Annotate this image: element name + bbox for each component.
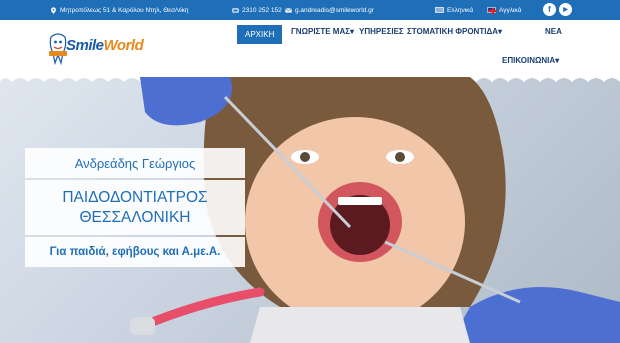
- lang-english-label[interactable]: Αγγλικά: [499, 7, 521, 14]
- email-text[interactable]: g.andreadis@smileworld.gr: [295, 7, 374, 14]
- phone-text[interactable]: 2310 252 152: [242, 7, 282, 14]
- address-item: Μητροπόλεως 51 & Καρόλου Ντηλ, Θεσ/νίκη: [50, 0, 189, 20]
- chevron-down-icon: ▾: [555, 56, 560, 65]
- chevron-down-icon: ▾: [350, 27, 355, 36]
- specialty-card: ΠΑΙΔΟΔΟΝΤΙΑΤΡΟΣ ΘΕΣΣΑΛΟΝΙΚΗ: [25, 180, 245, 235]
- map-pin-icon: [51, 6, 56, 14]
- phone-icon: [232, 7, 239, 13]
- smileworld-logo[interactable]: SmileWorld: [48, 28, 168, 68]
- lang-greek-label[interactable]: Ελληνικά: [447, 7, 473, 14]
- nav-oral-care-label[interactable]: ΣΤΟΜΑΤΙΚΗ ΦΡΟΝΤΙΔΑ: [407, 27, 498, 36]
- tooth-mascot-icon: [49, 33, 67, 65]
- greek-flag-icon: [435, 7, 444, 13]
- email-icon: [285, 7, 292, 13]
- hero-banner: Ανδρεάδης Γεώργιος ΠΑΙΔΟΔΟΝΤΙΑΤΡΟΣ ΘΕΣΣΑ…: [0, 77, 620, 343]
- nav-contact-label[interactable]: ΕΠΙΚΟΙΝΩΝΙΑ: [502, 56, 555, 65]
- nav-home[interactable]: ΑΡΧΙΚΗ: [237, 25, 283, 44]
- specialty-line2: ΘΕΣΣΑΛΟΝΙΚΗ: [79, 208, 191, 226]
- logo-text-world: World: [103, 37, 144, 54]
- hero-tagline: Για παιδιά, εφήβους και Α.με.Α.: [49, 246, 221, 258]
- nav-oral-care[interactable]: ΣΤΟΜΑΤΙΚΗ ΦΡΟΝΤΙΔΑ▾: [407, 27, 502, 36]
- uk-flag-icon: [487, 7, 497, 14]
- nav-about-label[interactable]: ΓΝΩΡΙΣΤΕ ΜΑΣ: [291, 27, 350, 36]
- logo-wordmark: SmileWorld: [66, 37, 144, 54]
- nav-contact[interactable]: ΕΠΙΚΟΙΝΩΝΙΑ▾: [502, 56, 559, 65]
- email-item[interactable]: g.andreadis@smileworld.gr: [285, 0, 374, 20]
- specialty-line1: ΠΑΙΔΟΔΟΝΤΙΑΤΡΟΣ: [62, 188, 208, 206]
- main-navbar: SmileWorld ΑΡΧΙΚΗ ΓΝΩΡΙΣΤΕ ΜΑΣ▾ ΥΠΗΡΕΣΙΕ…: [0, 20, 620, 77]
- top-bar: Μητροπόλεως 51 & Καρόλου Ντηλ, Θεσ/νίκη …: [0, 0, 620, 20]
- nav-about[interactable]: ΓΝΩΡΙΣΤΕ ΜΑΣ▾: [291, 27, 354, 36]
- logo-text-smile: Smile: [66, 37, 104, 54]
- doctor-name-card: Ανδρεάδης Γεώργιος: [25, 148, 245, 178]
- lang-english[interactable]: Αγγλικά: [487, 0, 521, 20]
- phone-item[interactable]: 2310 252 152: [232, 0, 282, 20]
- youtube-icon[interactable]: ▶: [559, 3, 572, 16]
- address-text: Μητροπόλεως 51 & Καρόλου Ντηλ, Θεσ/νίκη: [60, 6, 189, 14]
- doctor-name: Ανδρεάδης Γεώργιος: [74, 155, 196, 171]
- facebook-icon[interactable]: f: [543, 3, 556, 16]
- nav-news[interactable]: ΝΕΑ: [545, 27, 562, 36]
- chevron-down-icon: ▾: [497, 27, 502, 36]
- nav-services[interactable]: ΥΠΗΡΕΣΙΕΣ: [359, 27, 404, 36]
- tagline-card: Για παιδιά, εφήβους και Α.με.Α.: [25, 237, 245, 267]
- lang-greek[interactable]: Ελληνικά: [435, 0, 473, 20]
